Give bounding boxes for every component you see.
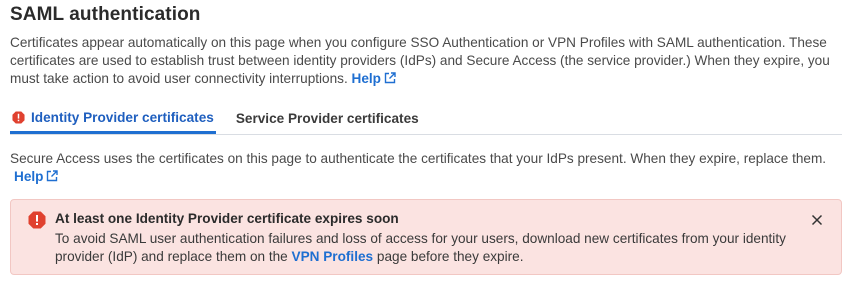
tab-description: Secure Access uses the certificates on t… — [10, 150, 840, 186]
alert-title: At least one Identity Provider certifica… — [55, 211, 399, 226]
certificate-expiry-alert: At least one Identity Provider certifica… — [10, 199, 842, 275]
external-link-icon — [47, 170, 59, 182]
intro-text: Certificates appear automatically on thi… — [10, 35, 830, 86]
tab-identity-provider-certificates[interactable]: Identity Provider certificates — [10, 104, 216, 134]
tab-label: Service Provider certificates — [235, 110, 419, 126]
certificate-tabs: Identity Provider certificates Service P… — [10, 104, 842, 135]
tab-help-link[interactable]: Help — [14, 169, 59, 184]
alert-body-text-end: page before they expire. — [373, 249, 524, 264]
tab-label: Identity Provider certificates — [31, 110, 214, 125]
intro-help-link[interactable]: Help — [352, 71, 396, 86]
tab-description-text: Secure Access uses the certificates on t… — [10, 151, 827, 166]
vpn-profiles-link[interactable]: VPN Profiles — [292, 249, 374, 264]
intro-help-link-label: Help — [351, 71, 381, 86]
close-icon[interactable] — [811, 214, 823, 226]
page-title: SAML authentication — [10, 4, 201, 25]
warning-icon — [12, 111, 25, 124]
tab-help-link-label: Help — [14, 169, 44, 184]
alert-body: To avoid SAML user authentication failur… — [55, 230, 795, 266]
external-link-icon — [384, 72, 396, 84]
saml-authentication-page: SAML authentication Certificates appear … — [0, 0, 850, 284]
tab-service-provider-certificates[interactable]: Service Provider certificates — [234, 104, 421, 132]
error-icon — [28, 211, 46, 229]
intro-paragraph: Certificates appear automatically on thi… — [10, 34, 836, 88]
